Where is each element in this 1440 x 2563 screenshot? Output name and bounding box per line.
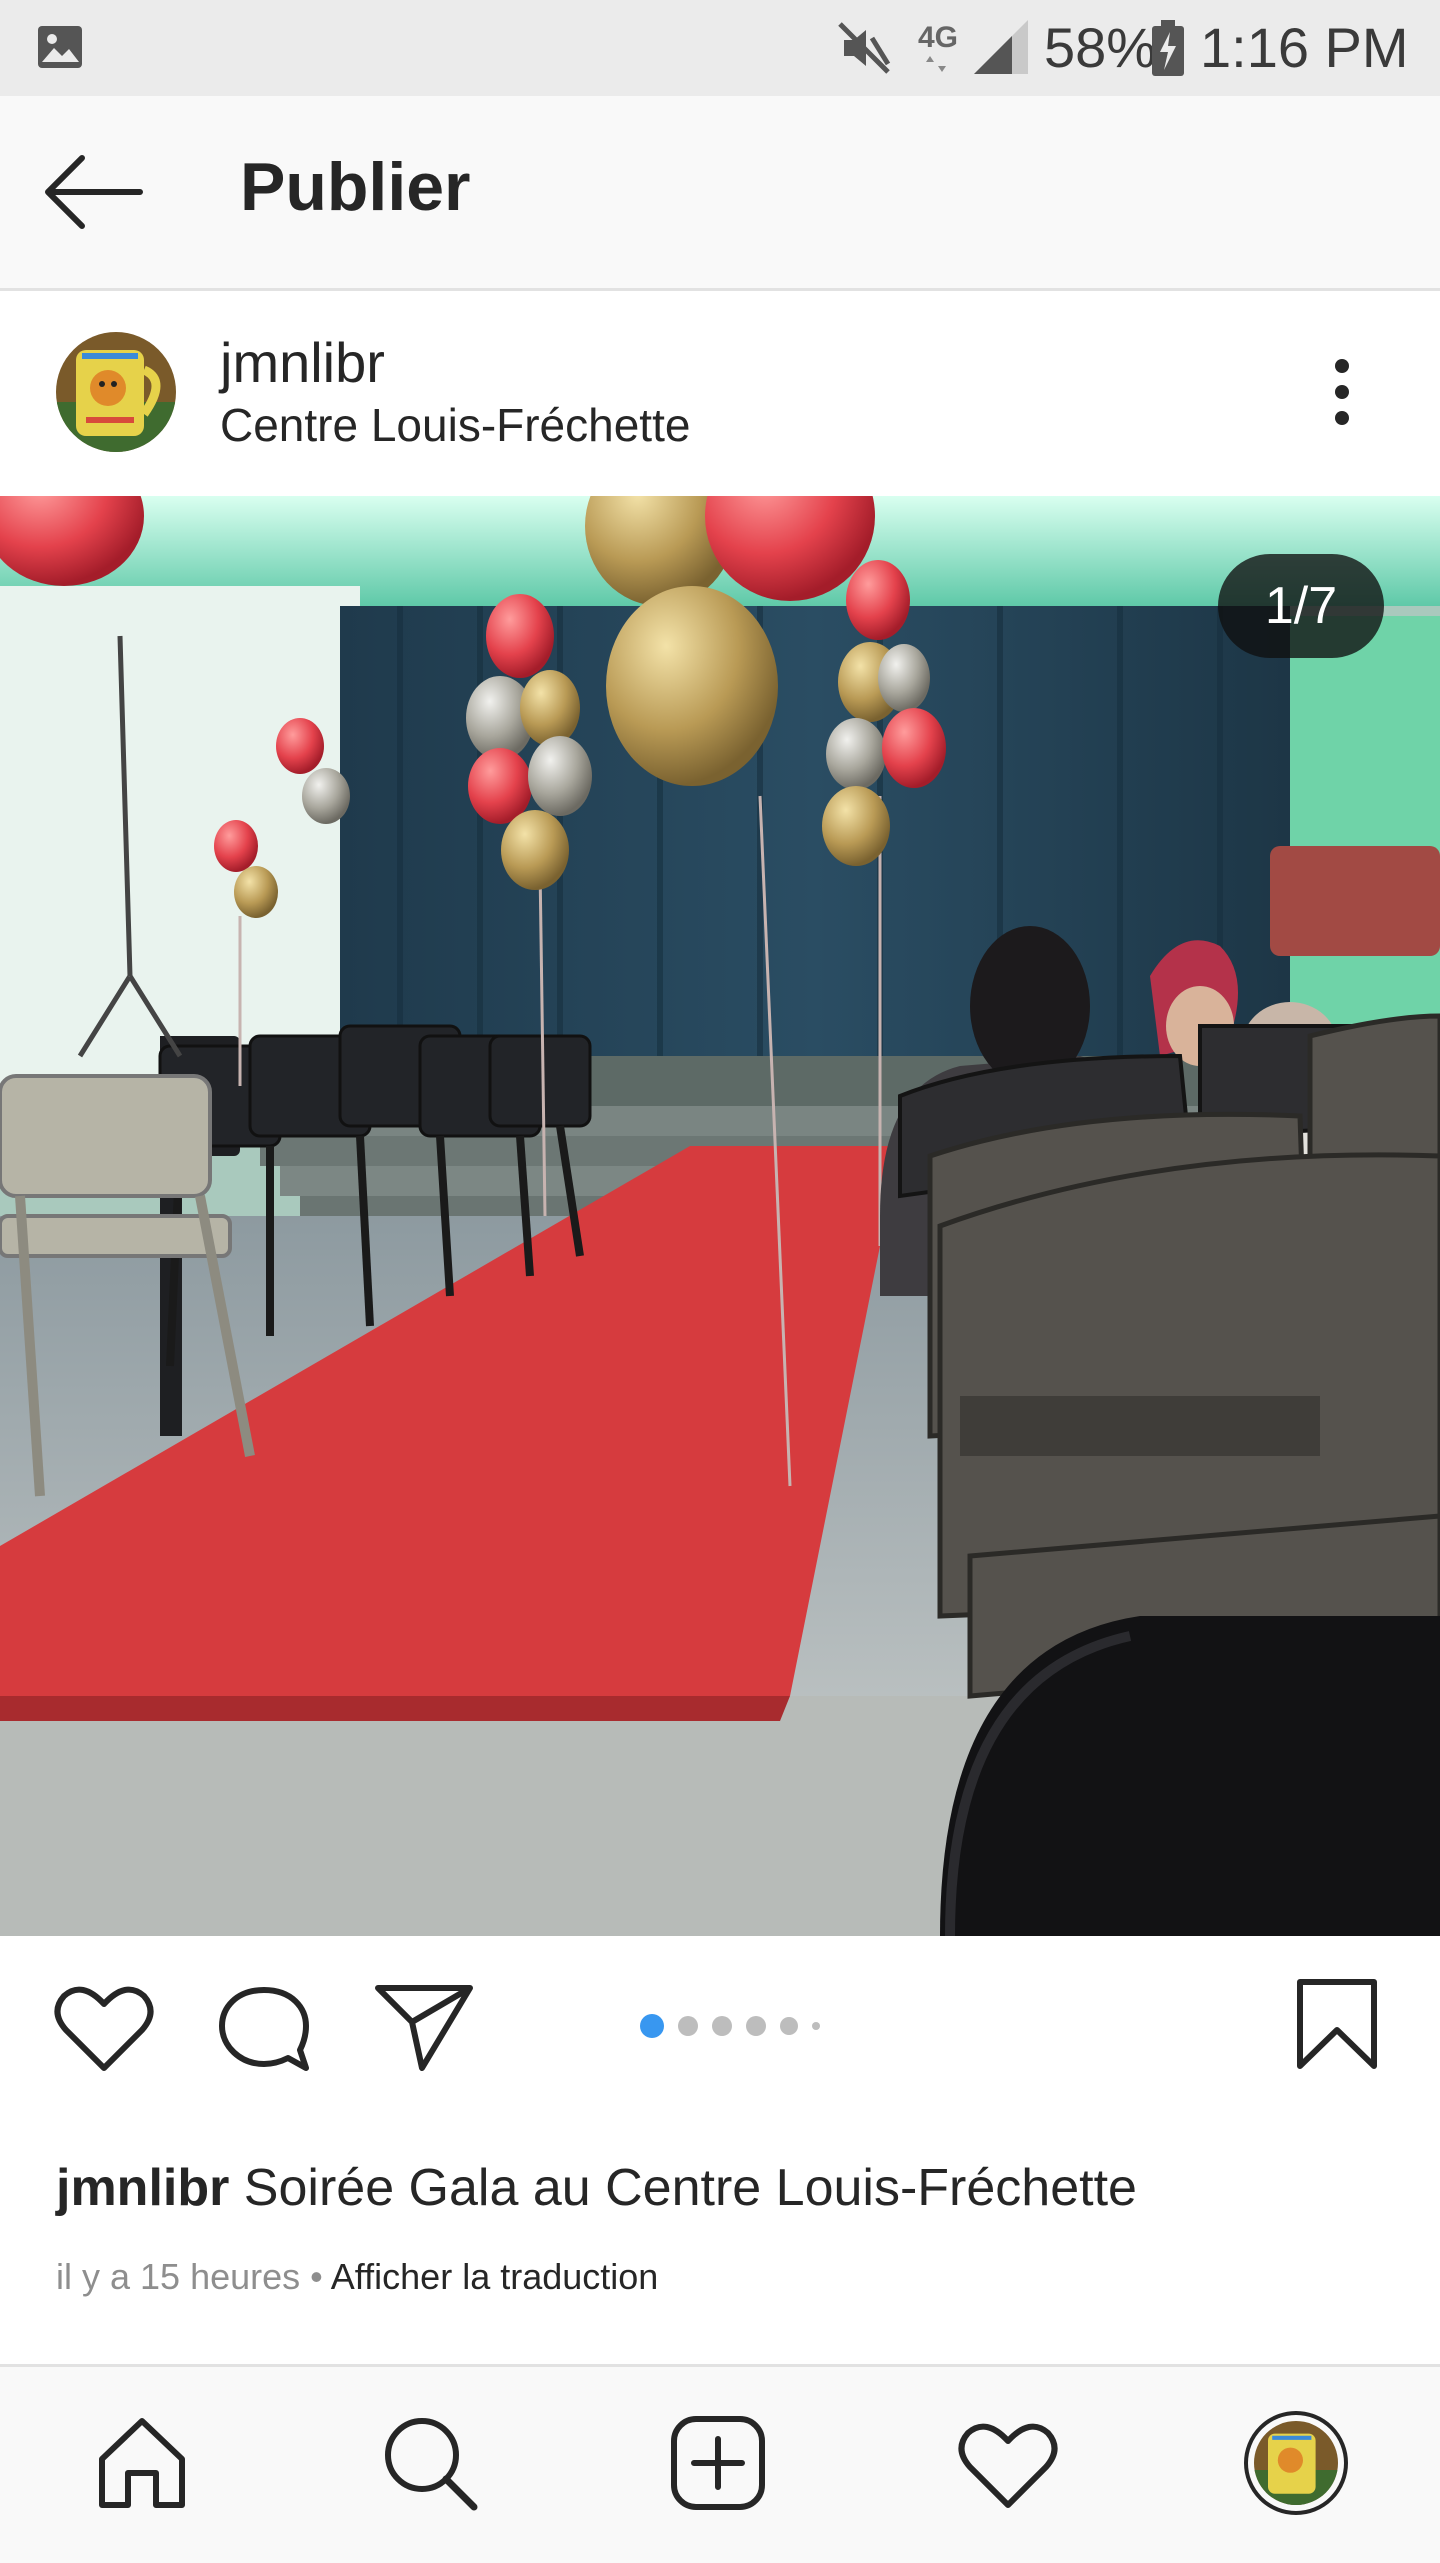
post-timestamp: il y a 15 heures: [56, 2256, 301, 2297]
bottom-navigation: [0, 2364, 1440, 2563]
comment-bubble-icon[interactable]: [216, 1984, 312, 2074]
like-heart-icon[interactable]: [54, 1984, 154, 2074]
carousel-indicator: [640, 2014, 820, 2038]
add-post-icon[interactable]: [670, 2415, 766, 2511]
battery-percent: 58%: [1044, 16, 1157, 79]
status-bar: 4G 58% 1:16 PM: [0, 0, 1440, 96]
post-photo[interactable]: [0, 496, 1440, 1936]
more-options-icon[interactable]: [1322, 356, 1362, 428]
caption-username[interactable]: jmnlibr: [56, 2159, 229, 2217]
carousel-dot: [812, 2022, 820, 2030]
caption-text: Soirée Gala au Centre Louis-Fréchette: [243, 2159, 1137, 2217]
show-translation-link[interactable]: Afficher la traduction: [331, 2256, 659, 2297]
carousel-dot: [678, 2016, 698, 2036]
image-counter-badge: 1/7: [1218, 554, 1384, 658]
network-type: 4G: [918, 21, 959, 54]
home-icon[interactable]: [94, 2415, 190, 2511]
meta-separator: •: [310, 2256, 323, 2297]
post-caption: jmnlibr Soirée Gala au Centre Louis-Fréc…: [56, 2158, 1137, 2218]
mute-icon: [838, 22, 891, 74]
signal-icon: [974, 20, 1028, 74]
profile-avatar[interactable]: [1244, 2411, 1348, 2515]
back-arrow-icon[interactable]: [44, 154, 144, 230]
carousel-dot-active: [640, 2014, 664, 2038]
search-icon[interactable]: [380, 2413, 480, 2513]
data-arrows-icon: [926, 56, 946, 72]
post-username[interactable]: jmnlibr: [220, 330, 385, 395]
activity-heart-icon[interactable]: [958, 2421, 1058, 2511]
clock: 1:16 PM: [1200, 16, 1409, 79]
battery-icon: [1152, 20, 1184, 76]
post-meta: il y a 15 heures • Afficher la traductio…: [56, 2256, 658, 2298]
gala-hall-image: [0, 496, 1440, 1936]
bookmark-icon[interactable]: [1294, 1976, 1380, 2072]
post-author-avatar[interactable]: [56, 332, 176, 452]
share-send-icon[interactable]: [374, 1982, 474, 2074]
post-location[interactable]: Centre Louis-Fréchette: [220, 398, 690, 452]
carousel-dot: [746, 2016, 766, 2036]
profile-avatar-image: [1254, 2421, 1338, 2505]
gallery-icon: [38, 26, 82, 68]
app-header: Publier: [0, 96, 1440, 291]
carousel-dot: [712, 2016, 732, 2036]
carousel-dot: [780, 2017, 798, 2035]
page-title: Publier: [240, 149, 471, 225]
